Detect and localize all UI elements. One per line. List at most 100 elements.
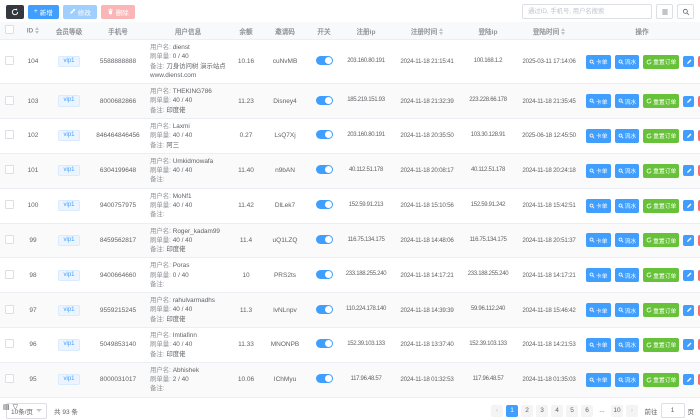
- status-toggle[interactable]: [316, 374, 333, 383]
- column-header-label: 会员等级: [56, 29, 82, 36]
- column-header[interactable]: 注册时间: [392, 22, 462, 40]
- card-order-button[interactable]: 卡单: [586, 338, 611, 352]
- prev-page-button[interactable]: ‹: [491, 405, 503, 417]
- column-header-label: 手机号: [108, 29, 128, 36]
- cell-level: vip1: [48, 293, 90, 328]
- sort-caret-icon[interactable]: [439, 28, 443, 35]
- page-button[interactable]: 10: [611, 405, 623, 417]
- flow-button[interactable]: 流水: [615, 164, 640, 178]
- delete-button[interactable]: 删除: [101, 5, 135, 19]
- edit-row-button[interactable]: [683, 270, 694, 281]
- cell-register-ip: 203.160.80.191: [340, 118, 392, 153]
- cell-user-info: 用户名: rahulvarmadhs 刷单量: 40 / 40 备注: 印度佬: [146, 293, 230, 328]
- row-checkbox[interactable]: [5, 270, 14, 279]
- add-button[interactable]: + 新增: [28, 5, 59, 19]
- status-toggle[interactable]: [316, 305, 333, 314]
- edit-row-button[interactable]: [683, 305, 694, 316]
- reset-orders-button[interactable]: 重置订单: [643, 55, 679, 69]
- card-order-button[interactable]: 卡单: [586, 373, 611, 387]
- row-checkbox[interactable]: [5, 305, 14, 314]
- row-checkbox[interactable]: [5, 374, 14, 383]
- row-checkbox[interactable]: [5, 130, 14, 139]
- row-checkbox[interactable]: [5, 339, 14, 348]
- page-button[interactable]: 3: [536, 405, 548, 417]
- search-button[interactable]: [677, 4, 694, 19]
- card-order-button[interactable]: 卡单: [586, 233, 611, 247]
- corner-controls: ▤ ▽: [3, 403, 18, 411]
- edit-row-button[interactable]: [683, 165, 694, 176]
- footer-caret-icon[interactable]: ▽: [13, 403, 18, 411]
- edit-row-button[interactable]: [683, 130, 694, 141]
- flow-button[interactable]: 流水: [615, 129, 640, 143]
- reset-orders-button[interactable]: 重置订单: [643, 373, 679, 387]
- edit-row-button[interactable]: [683, 96, 694, 107]
- status-toggle[interactable]: [316, 165, 333, 174]
- status-toggle[interactable]: [316, 339, 333, 348]
- table-row: 101 vip1 6304199648 用户名: Umkidmowafa 刷单量…: [0, 153, 700, 188]
- flow-button[interactable]: 流水: [615, 199, 640, 213]
- reset-orders-button[interactable]: 重置订单: [643, 303, 679, 317]
- flow-button[interactable]: 流水: [615, 373, 640, 387]
- columns-menu-button[interactable]: [656, 4, 673, 19]
- cell-id: 101: [18, 153, 48, 188]
- edit-row-button[interactable]: [683, 339, 694, 350]
- status-toggle[interactable]: [316, 270, 333, 279]
- column-header[interactable]: ID: [18, 22, 48, 40]
- flow-button[interactable]: 流水: [615, 338, 640, 352]
- cell-login-ip: 223.228.66.178: [462, 84, 514, 119]
- card-order-button[interactable]: 卡单: [586, 164, 611, 178]
- page-button[interactable]: 2: [521, 405, 533, 417]
- reset-orders-button[interactable]: 重置订单: [643, 338, 679, 352]
- edit-row-button[interactable]: [683, 200, 694, 211]
- reset-orders-button[interactable]: 重置订单: [643, 199, 679, 213]
- next-page-button[interactable]: ›: [626, 405, 638, 417]
- flow-button[interactable]: 流水: [615, 94, 640, 108]
- card-order-button[interactable]: 卡单: [586, 268, 611, 282]
- flow-button[interactable]: 流水: [615, 268, 640, 282]
- edit-button[interactable]: 修改: [63, 5, 97, 19]
- status-toggle[interactable]: [316, 56, 333, 65]
- card-order-button[interactable]: 卡单: [586, 55, 611, 69]
- goto-page-input[interactable]: [661, 403, 685, 418]
- status-toggle[interactable]: [316, 235, 333, 244]
- cell-login-time: 2024-11-18 20:51:37: [514, 223, 584, 258]
- row-checkbox[interactable]: [5, 96, 14, 105]
- refresh-button[interactable]: [6, 5, 24, 19]
- flow-button[interactable]: 流水: [615, 233, 640, 247]
- flow-button[interactable]: 流水: [615, 55, 640, 69]
- edit-row-button[interactable]: [683, 56, 694, 67]
- status-toggle[interactable]: [316, 200, 333, 209]
- column-header[interactable]: 登陆时间: [514, 22, 584, 40]
- reset-orders-button[interactable]: 重置订单: [643, 129, 679, 143]
- page-button[interactable]: 1: [506, 405, 518, 417]
- page-button[interactable]: 6: [581, 405, 593, 417]
- reset-orders-button[interactable]: 重置订单: [643, 94, 679, 108]
- row-checkbox[interactable]: [5, 235, 14, 244]
- page-button[interactable]: 4: [551, 405, 563, 417]
- search-input[interactable]: [522, 4, 652, 19]
- card-order-button[interactable]: 卡单: [586, 129, 611, 143]
- status-toggle[interactable]: [316, 96, 333, 105]
- sort-caret-icon[interactable]: [561, 28, 565, 35]
- edit-row-button[interactable]: [683, 235, 694, 246]
- sort-caret-icon[interactable]: [35, 27, 39, 34]
- plus-icon: +: [34, 8, 38, 15]
- page-ellipsis[interactable]: ...: [596, 405, 608, 417]
- status-toggle[interactable]: [316, 130, 333, 139]
- select-all-checkbox[interactable]: [5, 25, 14, 34]
- footer-menu-icon[interactable]: ▤: [3, 403, 10, 411]
- reset-orders-button[interactable]: 重置订单: [643, 233, 679, 247]
- flow-button[interactable]: 流水: [615, 303, 640, 317]
- row-checkbox[interactable]: [5, 200, 14, 209]
- row-checkbox[interactable]: [5, 165, 14, 174]
- card-order-button[interactable]: 卡单: [586, 94, 611, 108]
- cell-register-time: 2024-11-18 14:39:39: [392, 293, 462, 328]
- reset-orders-button[interactable]: 重置订单: [643, 164, 679, 178]
- page-button[interactable]: 5: [566, 405, 578, 417]
- card-order-button[interactable]: 卡单: [586, 199, 611, 213]
- reset-orders-button[interactable]: 重置订单: [643, 268, 679, 282]
- card-order-button[interactable]: 卡单: [586, 303, 611, 317]
- cell-actions: 卡单 流水 重置订单: [584, 118, 700, 153]
- row-checkbox[interactable]: [5, 56, 14, 65]
- edit-row-button[interactable]: [683, 374, 694, 385]
